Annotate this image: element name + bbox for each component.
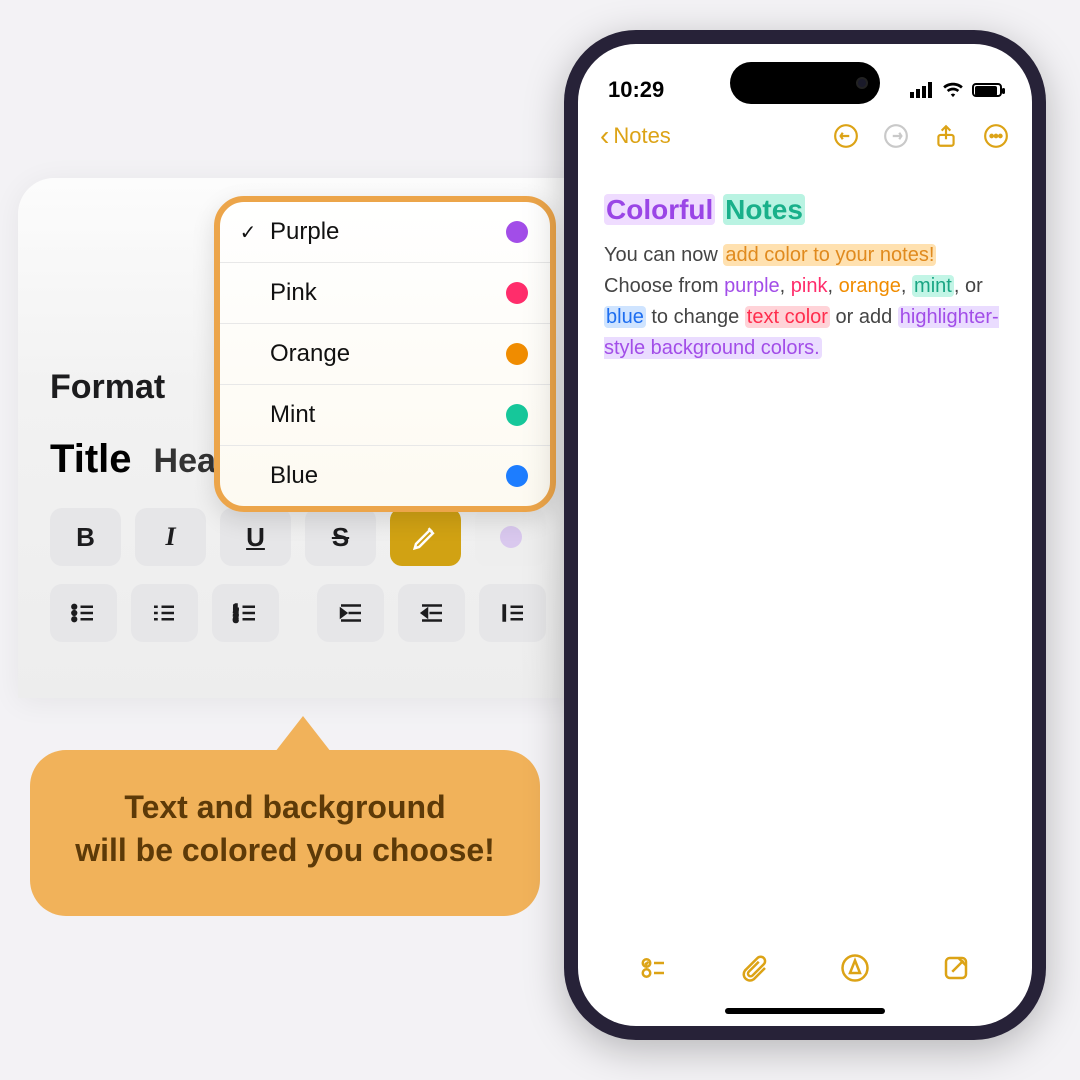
word-blue: blue [604,306,646,328]
note-title: Colorful Notes [604,194,1006,226]
note-content[interactable]: Colorful Notes You can now add color to … [578,156,1032,364]
callout-bubble: Text and background will be colored you … [30,750,540,916]
color-dot-icon [506,221,528,243]
style-title-option[interactable]: Title [50,437,132,482]
undo-icon [833,123,859,149]
color-dot-icon [506,404,528,426]
bulleted-list-button[interactable] [50,584,117,642]
dynamic-island [730,62,880,104]
back-label: Notes [613,123,670,149]
note-paragraph: You can now add color to your notes! Cho… [604,240,1006,364]
text-or-add: or add [830,306,898,328]
ellipsis-circle-icon [983,123,1009,149]
undo-button[interactable] [832,122,860,150]
phone-screen: 10:29 ‹ Notes [578,44,1032,1026]
wifi-icon [942,82,964,98]
title-word-colorful: Colorful [604,194,715,225]
block-quote-button[interactable] [479,584,546,642]
checklist-button[interactable] [639,953,669,983]
back-button[interactable]: ‹ Notes [600,122,671,150]
status-indicators [910,82,1002,98]
numbered-list-icon: 123 [230,598,260,628]
share-button[interactable] [932,122,960,150]
strikethrough-button[interactable]: S [305,508,376,566]
phone-frame: 10:29 ‹ Notes [564,30,1046,1040]
attachment-button[interactable] [740,953,770,983]
share-icon [933,123,959,149]
color-swatch-button[interactable] [475,508,546,566]
word-text-color: text color [745,306,830,328]
highlight-button[interactable] [390,508,461,566]
text-or: , or [954,275,983,297]
indent-icon [417,598,447,628]
dashed-list-button[interactable] [131,584,198,642]
list-format-row: 123 [50,584,546,642]
color-option-label: Orange [270,340,350,368]
text-to-change: to change [646,306,745,328]
notes-nav-bar: ‹ Notes [578,108,1032,156]
color-dot-icon [506,465,528,487]
home-indicator[interactable] [725,1008,885,1014]
color-dot-icon [506,343,528,365]
outdent-icon [336,598,366,628]
word-mint: mint [912,275,954,297]
battery-icon [972,83,1002,97]
checkmark-icon: ✓ [238,220,258,245]
color-swatch-dot-icon [500,526,522,548]
text-lead: You can now [604,244,723,266]
indent-button[interactable] [398,584,465,642]
inline-format-row: B I U S [50,508,546,566]
redo-icon [883,123,909,149]
color-option-label: Mint [270,401,315,429]
cellular-signal-icon [910,82,934,98]
more-button[interactable] [982,122,1010,150]
underline-button[interactable]: U [220,508,291,566]
color-option-label: Blue [270,462,318,490]
word-purple: purple [724,275,780,297]
compose-button[interactable] [941,953,971,983]
redo-button[interactable] [882,122,910,150]
title-word-notes: Notes [723,194,805,225]
pencil-icon [411,522,441,552]
markup-button[interactable] [840,953,870,983]
svg-text:3: 3 [234,615,238,624]
callout-line-1: Text and background [60,786,510,829]
numbered-list-button[interactable]: 123 [212,584,279,642]
camera-dot-icon [856,77,868,89]
text-choose: Choose from [604,275,724,297]
color-dot-icon [506,282,528,304]
color-option-purple[interactable]: ✓ Purple [220,202,550,263]
color-option-orange[interactable]: Orange [220,324,550,385]
color-option-label: Purple [270,218,339,246]
italic-button[interactable]: I [135,508,206,566]
color-option-blue[interactable]: Blue [220,446,550,506]
bold-button[interactable]: B [50,508,121,566]
block-quote-icon [498,598,528,628]
callout-line-2: will be colored you choose! [60,829,510,872]
chevron-left-icon: ‹ [600,122,609,150]
color-option-pink[interactable]: Pink [220,263,550,324]
word-pink: pink [791,275,828,297]
color-picker-menu: ✓ Purple Pink Orange Mint Blue [214,196,556,512]
status-time: 10:29 [608,77,664,103]
outdent-button[interactable] [317,584,384,642]
color-option-mint[interactable]: Mint [220,385,550,446]
bulleted-list-icon [68,598,98,628]
color-option-label: Pink [270,279,317,307]
word-orange: orange [839,275,901,297]
dashed-list-icon [149,598,179,628]
text-add-color: add color to your notes! [723,244,936,266]
